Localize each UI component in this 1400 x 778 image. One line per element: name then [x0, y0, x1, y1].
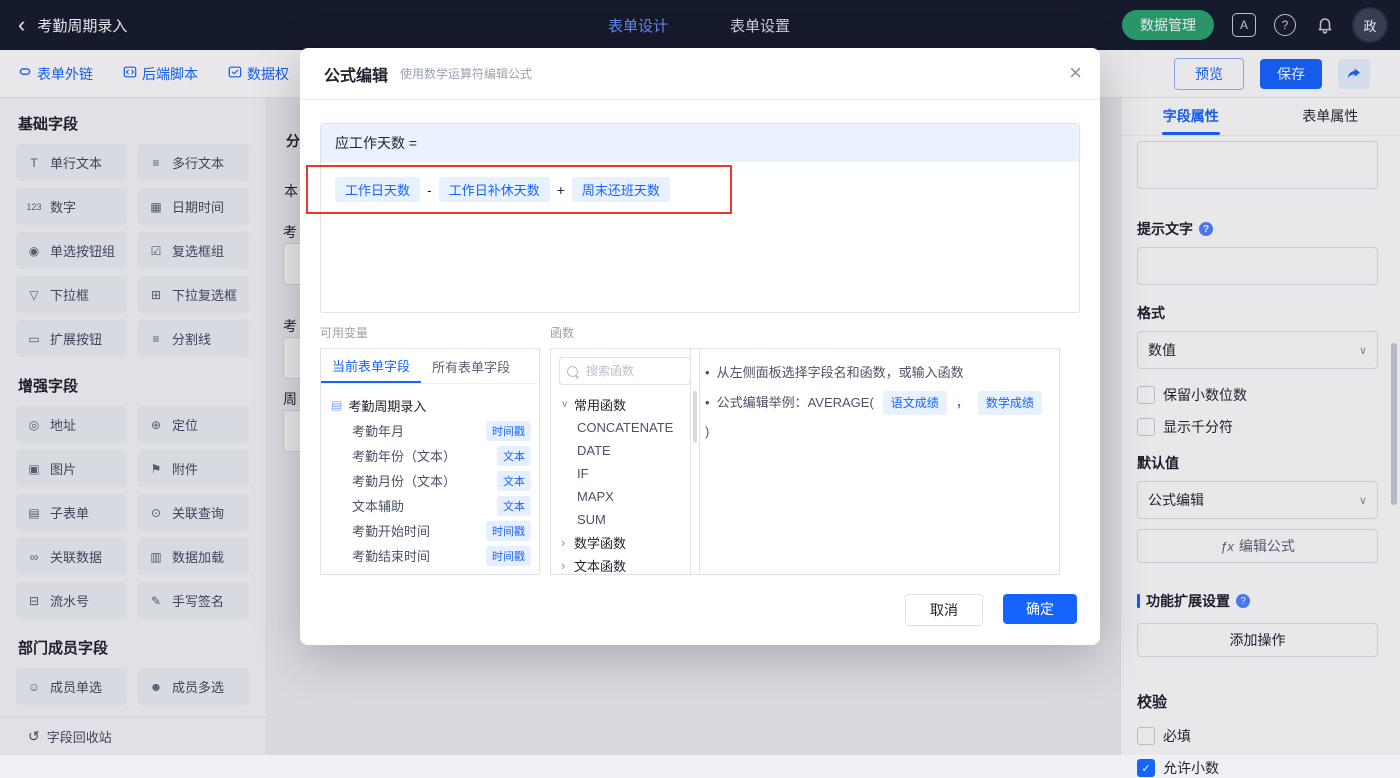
variable-field-row[interactable]: 考勤月份（文本） 文本: [331, 468, 531, 493]
tip-example-suffix: ): [705, 422, 709, 442]
chevron-right-icon: [561, 535, 569, 550]
function-item[interactable]: IF: [551, 462, 699, 485]
function-item[interactable]: CONCATENATE: [551, 416, 699, 439]
tip-line-2: • 公式编辑举例：AVERAGE( 语文成绩 ， 数学成绩 ): [705, 391, 1045, 442]
variable-field-row[interactable]: 考勤开始时间 时间戳: [331, 518, 531, 543]
function-group-label: 文本函数: [574, 556, 626, 575]
formula-edit-modal: 公式编辑 使用数学运算符编辑公式 × 应工作天数 = 工作日天数 - 工作日补休…: [300, 48, 1100, 645]
example-field-pill: 数学成绩: [978, 391, 1042, 415]
function-group-math[interactable]: 数学函数: [551, 531, 699, 554]
bullet-icon: •: [705, 393, 710, 413]
form-tree-root[interactable]: ▤ 考勤周期录入: [331, 392, 531, 418]
formula-operator: -: [427, 182, 432, 198]
field-type-badge: 时间戳: [486, 521, 531, 541]
formula-operator: +: [557, 182, 565, 198]
functions-section-label: 函数: [550, 324, 574, 341]
tip-line-1: • 从左侧面板选择字段名和函数，或输入函数: [705, 363, 1045, 383]
modal-subtitle: 使用数学运算符编辑公式: [400, 65, 532, 82]
function-item[interactable]: DATE: [551, 439, 699, 462]
chevron-down-icon: [561, 399, 569, 410]
function-group-label: 常用函数: [574, 395, 626, 414]
formula-editor[interactable]: 应工作天数 = 工作日天数 - 工作日补休天数 + 周末还班天数: [320, 123, 1080, 313]
field-name: 考勤结束时间: [352, 546, 430, 565]
formula-field-token[interactable]: 工作日补休天数: [439, 177, 550, 202]
functions-panel: 常用函数 CONCATENATE DATE IF MAPX SUM 数学函数 文…: [550, 348, 700, 575]
close-icon[interactable]: ×: [1069, 62, 1082, 84]
search-icon: [567, 366, 578, 377]
field-type-badge: 文本: [497, 496, 531, 516]
field-name: 文本辅助: [352, 496, 404, 515]
tab-current-form-fields[interactable]: 当前表单字段: [321, 349, 421, 383]
field-name: 考勤月份（文本）: [352, 471, 456, 490]
form-tree-root-label: 考勤周期录入: [348, 396, 426, 415]
variable-field-row[interactable]: 文本辅助 文本: [331, 493, 531, 518]
variable-field-row[interactable]: 考勤结束时间 时间戳: [331, 543, 531, 568]
variable-field-row[interactable]: 考勤年份（文本） 文本: [331, 443, 531, 468]
variable-field-row[interactable]: 考勤年月 时间戳: [331, 418, 531, 443]
tip-text: 从左侧面板选择字段名和函数，或输入函数: [717, 363, 964, 383]
formula-field-token[interactable]: 周末还班天数: [572, 177, 670, 202]
variables-section-label: 可用变量: [320, 324, 368, 341]
field-type-badge: 时间戳: [486, 546, 531, 566]
tip-separator: ，: [956, 393, 969, 413]
checkbox-label: 允许小数: [1163, 758, 1219, 778]
field-type-badge: 时间戳: [486, 421, 531, 441]
function-item[interactable]: MAPX: [551, 485, 699, 508]
function-search-input[interactable]: [584, 363, 688, 379]
field-name: 考勤年月: [352, 421, 404, 440]
example-field-pill: 语文成绩: [883, 391, 947, 415]
formula-target: 应工作天数 =: [321, 124, 1079, 162]
allow-decimal-checkbox-checked[interactable]: [1137, 759, 1155, 777]
function-group-text[interactable]: 文本函数: [551, 554, 699, 575]
cancel-button[interactable]: 取消: [905, 594, 983, 626]
function-group-label: 数学函数: [574, 533, 626, 552]
field-name: 考勤开始时间: [352, 521, 430, 540]
allow-decimal-option[interactable]: 允许小数: [1137, 758, 1378, 778]
tab-all-form-fields[interactable]: 所有表单字段: [421, 349, 521, 383]
tips-panel: • 从左侧面板选择字段名和函数，或输入函数 • 公式编辑举例：AVERAGE( …: [690, 348, 1060, 575]
tip-example-prefix: 公式编辑举例：AVERAGE(: [717, 393, 874, 413]
field-type-badge: 文本: [497, 471, 531, 491]
formula-field-token[interactable]: 工作日天数: [335, 177, 420, 202]
form-doc-icon: ▤: [331, 398, 342, 412]
confirm-button[interactable]: 确定: [1003, 594, 1077, 624]
chevron-right-icon: [561, 558, 569, 573]
bullet-icon: •: [705, 363, 710, 383]
function-item[interactable]: SUM: [551, 508, 699, 531]
field-type-badge: 文本: [497, 446, 531, 466]
function-search[interactable]: [559, 357, 691, 385]
modal-title: 公式编辑: [324, 62, 388, 86]
field-name: 考勤年份（文本）: [352, 446, 456, 465]
function-group-common[interactable]: 常用函数: [551, 393, 699, 416]
variables-panel: 当前表单字段 所有表单字段 ▤ 考勤周期录入 考勤年月 时间戳 考勤年份（文本）…: [320, 348, 540, 575]
